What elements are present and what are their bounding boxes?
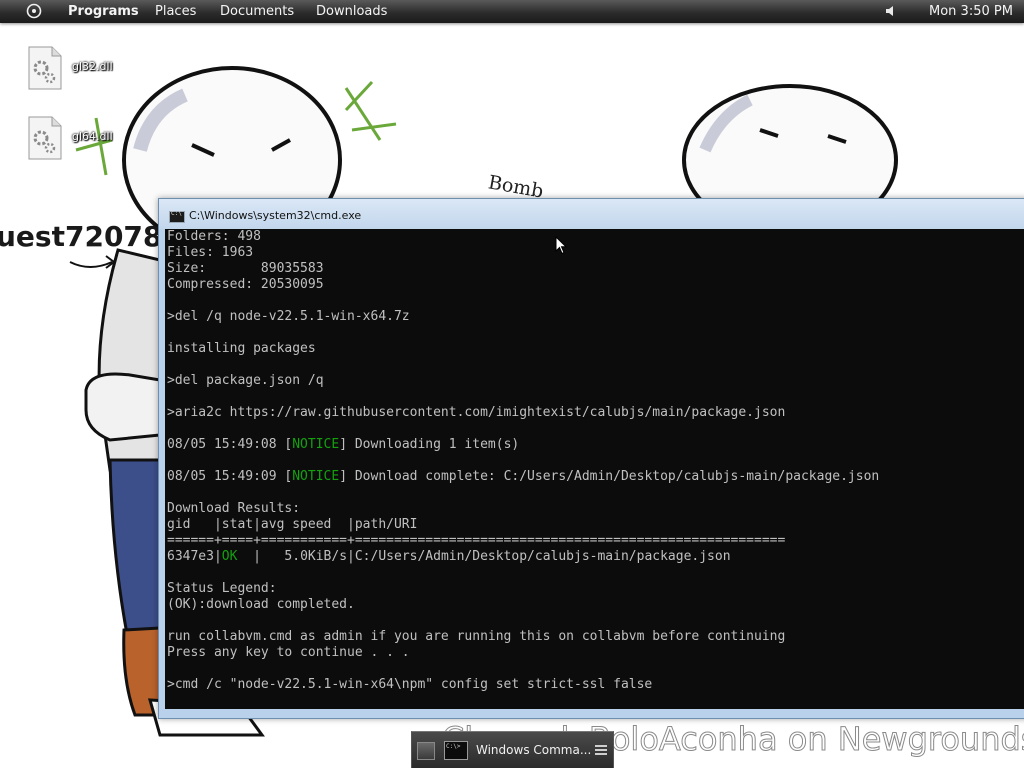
console-text: ] Downloading 1 item(s) <box>339 437 520 452</box>
cmd-window[interactable]: C:\Windows\system32\cmd.exe Folders: 498… <box>158 198 1024 719</box>
dll-file-icon <box>28 116 62 160</box>
console-line: run collabvm.cmd as admin if you are run… <box>167 629 879 645</box>
console-text: installing packages <box>167 341 316 356</box>
desktop-icon-gl64[interactable]: gl64.dll <box>28 116 118 166</box>
wallpaper-username-text: uest72078 <box>0 220 163 253</box>
desktop-icon-gl32[interactable]: gl32.dll <box>28 46 118 96</box>
console-line: Status Legend: <box>167 581 879 597</box>
console-line: >del /q node-v22.5.1-win-x64.7z <box>167 309 879 325</box>
console-line: Compressed: 20530095 <box>167 277 879 293</box>
console-line: >cmd /c "node-v22.5.1-win-x64\npm" confi… <box>167 677 879 693</box>
console-text: | 5.0KiB/s|C:/Users/Admin/Desktop/calubj… <box>237 549 731 564</box>
console-text: >cmd /c "node-v22.5.1-win-x64\npm" confi… <box>167 677 653 692</box>
console-icon <box>169 210 185 223</box>
desktop-icon-label: gl64.dll <box>72 130 113 143</box>
mouse-pointer-icon <box>555 236 567 255</box>
console-line: ======+====+===========+================… <box>167 533 879 549</box>
console-text: Status Legend: <box>167 581 277 596</box>
circle-launcher-icon[interactable] <box>26 3 42 19</box>
console-text: 6347e3| <box>167 549 222 564</box>
cmd-window-title: C:\Windows\system32\cmd.exe <box>189 209 362 222</box>
speaker-icon[interactable] <box>884 4 898 18</box>
taskbar-item-label: Windows Comma... <box>476 743 592 757</box>
desktop-icon-label: gl32.dll <box>72 60 113 73</box>
console-highlight-text: NOTICE <box>292 469 340 484</box>
console-line: (OK):download completed. <box>167 597 879 613</box>
console-line: 08/05 15:49:09 [NOTICE] Download complet… <box>167 469 879 485</box>
top-panel: Programs Places Documents Downloads Mon … <box>0 0 1024 23</box>
menu-documents[interactable]: Documents <box>220 3 294 20</box>
console-text: ] Download complete: C:/Users/Admin/Desk… <box>339 469 880 484</box>
console-text: 08/05 15:49:08 [ <box>167 437 293 452</box>
console-text: (OK):download completed. <box>167 597 355 612</box>
console-text: gid |stat|avg speed |path/URI <box>167 517 418 532</box>
console-text: Press any key to continue . . . <box>167 645 410 660</box>
console-text: ======+====+===========+================… <box>167 533 786 548</box>
taskbar: Windows Comma... <box>411 731 614 768</box>
console-output[interactable]: Folders: 498 Files: 1963 Size: 89035583 Com… <box>165 229 1024 709</box>
console-text: >del /q node-v22.5.1-win-x64.7z <box>167 309 410 324</box>
console-icon <box>444 741 468 760</box>
hamburger-menu-icon[interactable] <box>594 742 608 758</box>
menu-programs[interactable]: Programs <box>68 3 139 20</box>
console-line: installing packages <box>167 341 879 357</box>
console-lines: Folders: 498 Files: 1963 Size: 89035583 Com… <box>167 229 879 693</box>
console-text: Download Results: <box>167 501 301 516</box>
console-text: >aria2c https://raw.githubusercontent.co… <box>167 405 786 420</box>
menu-places[interactable]: Places <box>155 3 196 20</box>
menu-downloads[interactable]: Downloads <box>316 3 387 20</box>
console-text: Folders: 498 <box>167 229 261 244</box>
console-text: Size: 89035583 <box>167 261 324 276</box>
console-line: Press any key to continue . . . <box>167 645 879 661</box>
console-highlight-text: NOTICE <box>292 437 340 452</box>
console-line: gid |stat|avg speed |path/URI <box>167 517 879 533</box>
console-line: >aria2c https://raw.githubusercontent.co… <box>167 405 879 421</box>
console-line: Size: 89035583 <box>167 261 879 277</box>
console-line: >del package.json /q <box>167 373 879 389</box>
cmd-titlebar[interactable]: C:\Windows\system32\cmd.exe <box>159 199 1024 229</box>
taskbar-item-cmd[interactable]: Windows Comma... <box>442 737 591 763</box>
console-line: Files: 1963 <box>167 245 879 261</box>
console-line: 08/05 15:49:08 [NOTICE] Downloading 1 it… <box>167 437 879 453</box>
desktop: uest72078 Bomb Programs Places Documents… <box>0 0 1024 768</box>
console-text: Compressed: 20530095 <box>167 277 324 292</box>
console-highlight-text: OK <box>221 549 238 564</box>
console-line: Download Results: <box>167 501 879 517</box>
console-line: Folders: 498 <box>167 229 879 245</box>
console-line: 6347e3|OK | 5.0KiB/s|C:/Users/Admin/Desk… <box>167 549 879 565</box>
clock[interactable]: Mon 3:50 PM <box>929 3 1013 20</box>
show-desktop-button[interactable] <box>417 742 435 760</box>
console-text: >del package.json /q <box>167 373 324 388</box>
console-text: run collabvm.cmd as admin if you are run… <box>167 629 786 644</box>
dll-file-icon <box>28 46 62 90</box>
console-text: Files: 1963 <box>167 245 254 260</box>
console-text: 08/05 15:49:09 [ <box>167 469 293 484</box>
